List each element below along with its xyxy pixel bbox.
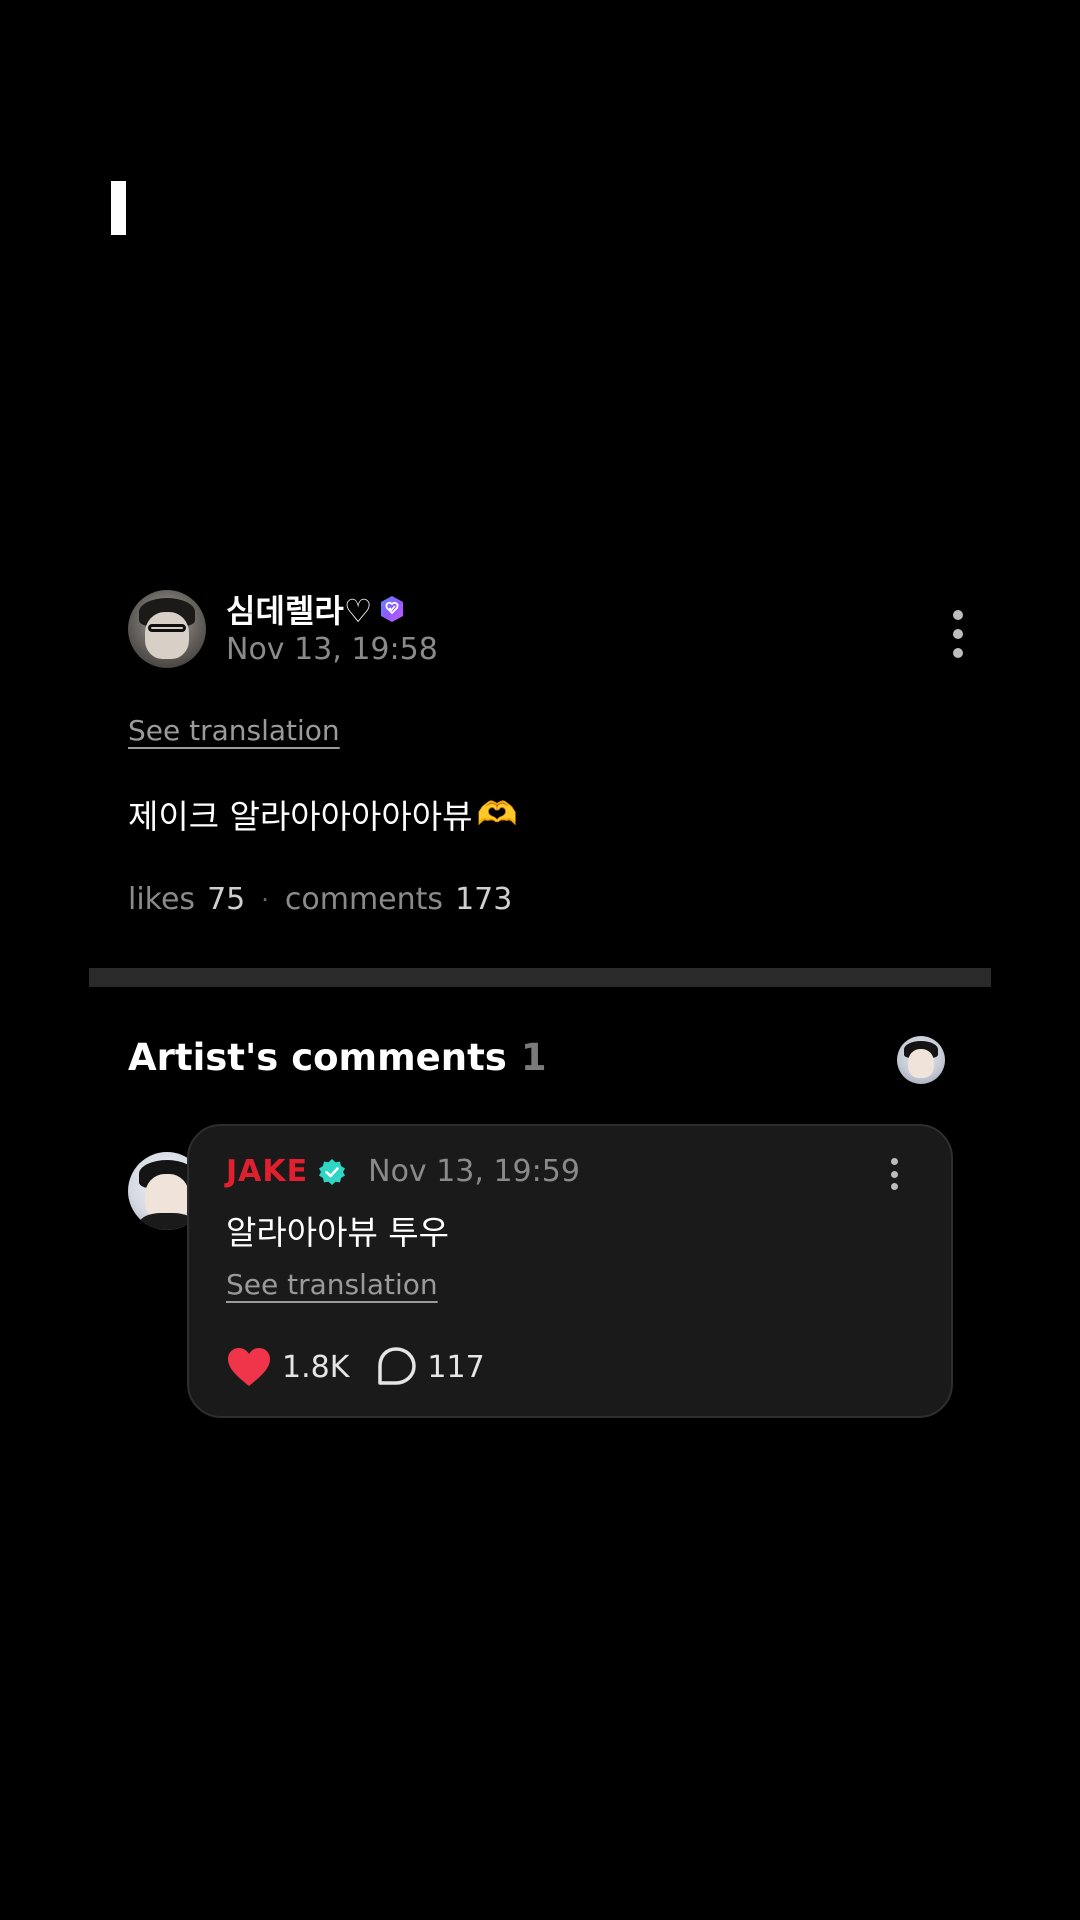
more-dot [890, 1158, 898, 1165]
comment-more-button[interactable] [887, 1158, 901, 1190]
artist-comment-card[interactable]: JAKE Nov 13, 19:59 알라아아뷰 투우 See translat… [187, 1124, 953, 1418]
post-header: 심데렐라♡ Nov 13, 19:58 [128, 590, 968, 670]
more-dot [953, 610, 963, 620]
more-dot [953, 648, 963, 658]
comment-see-translation-link[interactable]: See translation [226, 1268, 438, 1301]
heart-icon [228, 1348, 270, 1386]
artist-comment-header: JAKE Nov 13, 19:59 [226, 1154, 580, 1189]
likes-count: 75 [207, 882, 246, 917]
heart-hands-emoji: 🫶 [476, 794, 518, 833]
author-name-row[interactable]: 심데렐라♡ [226, 586, 406, 632]
reply-button[interactable]: 117 [375, 1346, 485, 1388]
verified-artist-badge-icon [319, 1158, 346, 1185]
like-button[interactable]: 1.8K [226, 1346, 349, 1388]
more-dot [890, 1183, 898, 1190]
likes-label: likes [128, 882, 196, 917]
avatar-suit [140, 1212, 194, 1230]
post-stats: likes 75 · comments 173 [128, 882, 512, 917]
verified-fan-badge-icon [381, 596, 404, 622]
author-avatar[interactable] [128, 590, 206, 668]
post-body-text: 제이크 알라아아아아아뷰 [128, 797, 473, 836]
comment-actions: 1.8K 117 [226, 1346, 485, 1388]
post-see-translation-link[interactable]: See translation [128, 714, 340, 747]
comments-count: 173 [455, 882, 513, 917]
stats-separator: · [261, 885, 269, 914]
reply-count: 117 [427, 1349, 485, 1385]
more-dot [953, 629, 963, 639]
like-count: 1.8K [282, 1349, 350, 1385]
artist-comment-date: Nov 13, 19:59 [368, 1154, 580, 1189]
artist-comments-heading: Artist's comments 1 [128, 1036, 547, 1079]
comments-label: comments [284, 882, 444, 917]
artist-comments-title: Artist's comments [128, 1036, 507, 1079]
post-body: 제이크 알라아아아아아뷰 🫶 [128, 790, 518, 838]
avatar-face [145, 611, 189, 659]
artist-comment-text: 알라아아뷰 투우 [226, 1213, 450, 1252]
more-dot [890, 1170, 898, 1178]
text-cursor [111, 181, 126, 235]
avatar-glasses [148, 624, 186, 633]
speech-bubble-icon [378, 1347, 417, 1385]
post-more-button[interactable] [948, 610, 968, 658]
artist-comments-count: 1 [520, 1036, 547, 1079]
artist-filter-avatar[interactable] [897, 1036, 945, 1084]
author-username[interactable]: 심데렐라♡ [226, 586, 372, 632]
post-date: Nov 13, 19:58 [226, 632, 438, 667]
artist-name[interactable]: JAKE [226, 1154, 308, 1189]
post-detail-screen: 심데렐라♡ Nov 13, 19:58 See translation 제이크 … [0, 0, 1080, 1920]
avatar-face [907, 1049, 935, 1079]
section-divider [89, 968, 991, 987]
